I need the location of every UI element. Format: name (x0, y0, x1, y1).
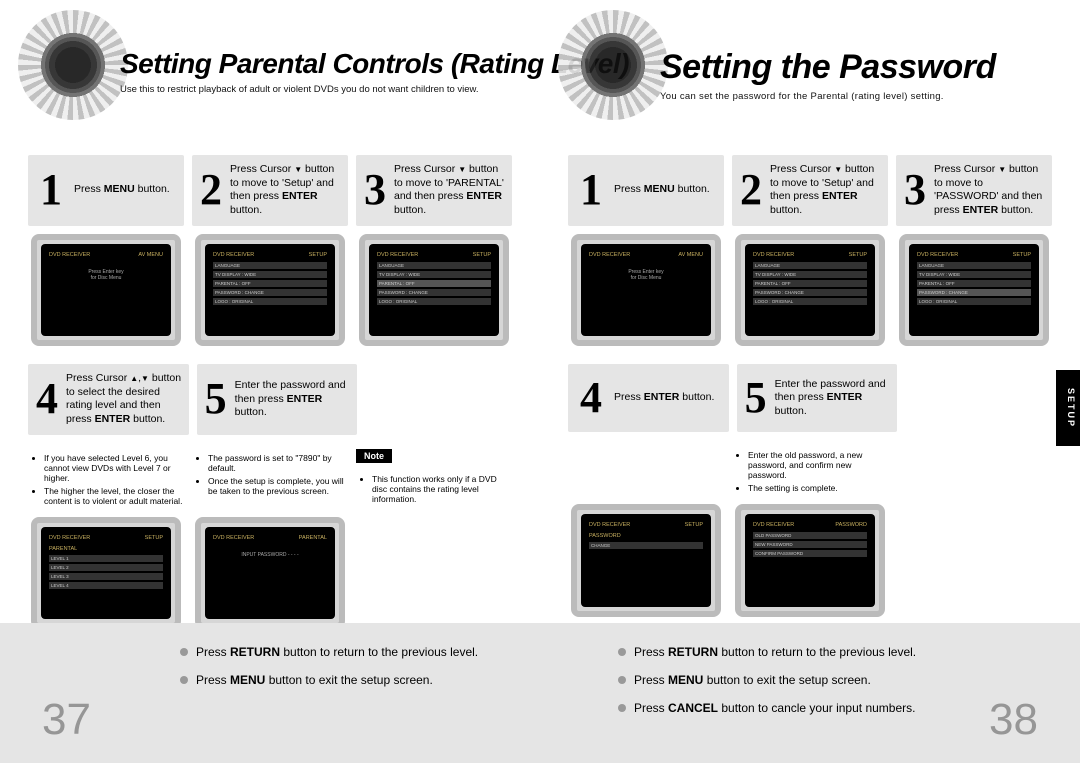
step-number: 3 (904, 168, 926, 212)
notes-row: Enter the old password, a new password, … (568, 440, 1052, 496)
screens-row-1: DVD RECEIVERAV MENUPress Enter keyfor Di… (568, 234, 1052, 347)
step-text: Press Cursor button to move to 'PARENTAL… (394, 163, 506, 218)
step-5-notes: The password is set to "7890" by default… (192, 453, 348, 499)
bottom-bullet: Press CANCEL button to cancle your input… (618, 701, 940, 715)
page-38: Setting the Password You can set the pas… (540, 0, 1080, 763)
step-text: Press Cursor , button to select the desi… (66, 372, 183, 427)
tv-screenshot: DVD RECEIVERSETUPPASSWORDCHANGE (571, 504, 721, 617)
step-1: 1 Press MENU button. (28, 155, 184, 226)
page-subtitle: You can set the password for the Parenta… (660, 91, 1072, 102)
step-number: 2 (740, 168, 762, 212)
step-3: 3 Press Cursor button to move to 'PARENT… (356, 155, 512, 226)
bottom-bar: 37 Press RETURN button to return to the … (0, 623, 540, 763)
tv-screenshot: DVD RECEIVERPARENTALINPUT PASSWORD - - -… (195, 517, 345, 630)
tv-screenshot: DVD RECEIVERAV MENUPress Enter keyfor Di… (571, 234, 721, 347)
screens-row-1: DVD RECEIVERAV MENUPress Enter keyfor Di… (28, 234, 512, 347)
page-37: Setting Parental Controls (Rating Level)… (0, 0, 540, 763)
step-number: 5 (205, 377, 227, 421)
section-tab: SETUP (1056, 370, 1080, 446)
step-row-1: 1 Press MENU button. 2 Press Cursor butt… (568, 155, 1052, 226)
tv-screenshot: DVD RECEIVERSETUPLANGUAGETV DISPLAY : WI… (359, 234, 509, 347)
note-badge: Note (356, 449, 392, 463)
speaker-ornament-icon (558, 10, 668, 120)
bottom-bullet: Press MENU button to exit the setup scre… (180, 673, 478, 687)
step-row-2: 4 Press Cursor , button to select the de… (28, 364, 512, 435)
step-number: 1 (36, 168, 66, 212)
step-text: Press ENTER button. (614, 391, 714, 405)
note-text: This function works only if a DVD disc c… (356, 474, 512, 504)
bottom-bullets: Press RETURN button to return to the pre… (180, 645, 478, 687)
step-row-2: 4 Press ENTER button. 5 Enter the passwo… (568, 364, 1052, 432)
page-subtitle: Use this to restrict playback of adult o… (120, 84, 532, 95)
bottom-bullet: Press RETURN button to return to the pre… (618, 645, 940, 659)
step-2: 2 Press Cursor button to move to 'Setup'… (732, 155, 888, 226)
step-text: Press MENU button. (614, 183, 710, 197)
step-1: 1 Press MENU button. (568, 155, 724, 226)
step-text: Enter the password and then press ENTER … (235, 379, 352, 420)
screens-row-2: DVD RECEIVERSETUPPASSWORDCHANGE DVD RECE… (568, 504, 1052, 617)
tv-screenshot: DVD RECEIVERSETUPPARENTALLEVEL 1LEVEL 2L… (31, 517, 181, 630)
step-text: Press Cursor button to move to 'Setup' a… (230, 163, 342, 218)
bottom-bullets: Press RETURN button to return to the pre… (618, 645, 940, 715)
step-text: Press Cursor button to move to 'Setup' a… (770, 163, 882, 218)
bottom-bullet: Press MENU button to exit the setup scre… (618, 673, 940, 687)
step-row-1: 1 Press MENU button. 2 Press Cursor butt… (28, 155, 512, 226)
step-text: Enter the password and then press ENTER … (775, 378, 892, 419)
step-3: 3 Press Cursor button to move to 'PASSWO… (896, 155, 1052, 226)
step-2: 2 Press Cursor button to move to 'Setup'… (192, 155, 348, 226)
step-5: 5 Enter the password and then press ENTE… (737, 364, 898, 432)
step-text: Press MENU button. (74, 183, 170, 197)
page-title: Setting Parental Controls (Rating Level) (120, 48, 532, 80)
step-5-notes: Enter the old password, a new password, … (732, 450, 888, 496)
tv-screenshot: DVD RECEIVERPASSWORDOLD PASSWORDNEW PASS… (735, 504, 885, 617)
page-title: Setting the Password (660, 48, 1072, 87)
step-number: 4 (36, 377, 58, 421)
tv-screenshot: DVD RECEIVERSETUPLANGUAGETV DISPLAY : WI… (195, 234, 345, 347)
tv-screenshot: DVD RECEIVERSETUPLANGUAGETV DISPLAY : WI… (899, 234, 1049, 347)
tv-screenshot: DVD RECEIVERAV MENUPress Enter keyfor Di… (31, 234, 181, 347)
step-4: 4 Press ENTER button. (568, 364, 729, 432)
tv-screenshot: DVD RECEIVERSETUPLANGUAGETV DISPLAY : WI… (735, 234, 885, 347)
bottom-bar: 38 Press RETURN button to return to the … (540, 623, 1080, 763)
notes-row: If you have selected Level 6, you cannot… (28, 443, 512, 509)
step-4: 4 Press Cursor , button to select the de… (28, 364, 189, 435)
step-number: 5 (745, 376, 767, 420)
step-4-notes: If you have selected Level 6, you cannot… (28, 453, 184, 509)
step-text: Press Cursor button to move to 'PASSWORD… (934, 163, 1046, 218)
step-number: 3 (364, 168, 386, 212)
step-5: 5 Enter the password and then press ENTE… (197, 364, 358, 435)
page-number: 37 (42, 695, 91, 745)
step-number: 4 (576, 376, 606, 420)
step-number: 2 (200, 168, 222, 212)
speaker-ornament-icon (18, 10, 128, 120)
screens-row-2: DVD RECEIVERSETUPPARENTALLEVEL 1LEVEL 2L… (28, 517, 512, 630)
step-number: 1 (576, 168, 606, 212)
bottom-bullet: Press RETURN button to return to the pre… (180, 645, 478, 659)
page-number: 38 (989, 695, 1038, 745)
